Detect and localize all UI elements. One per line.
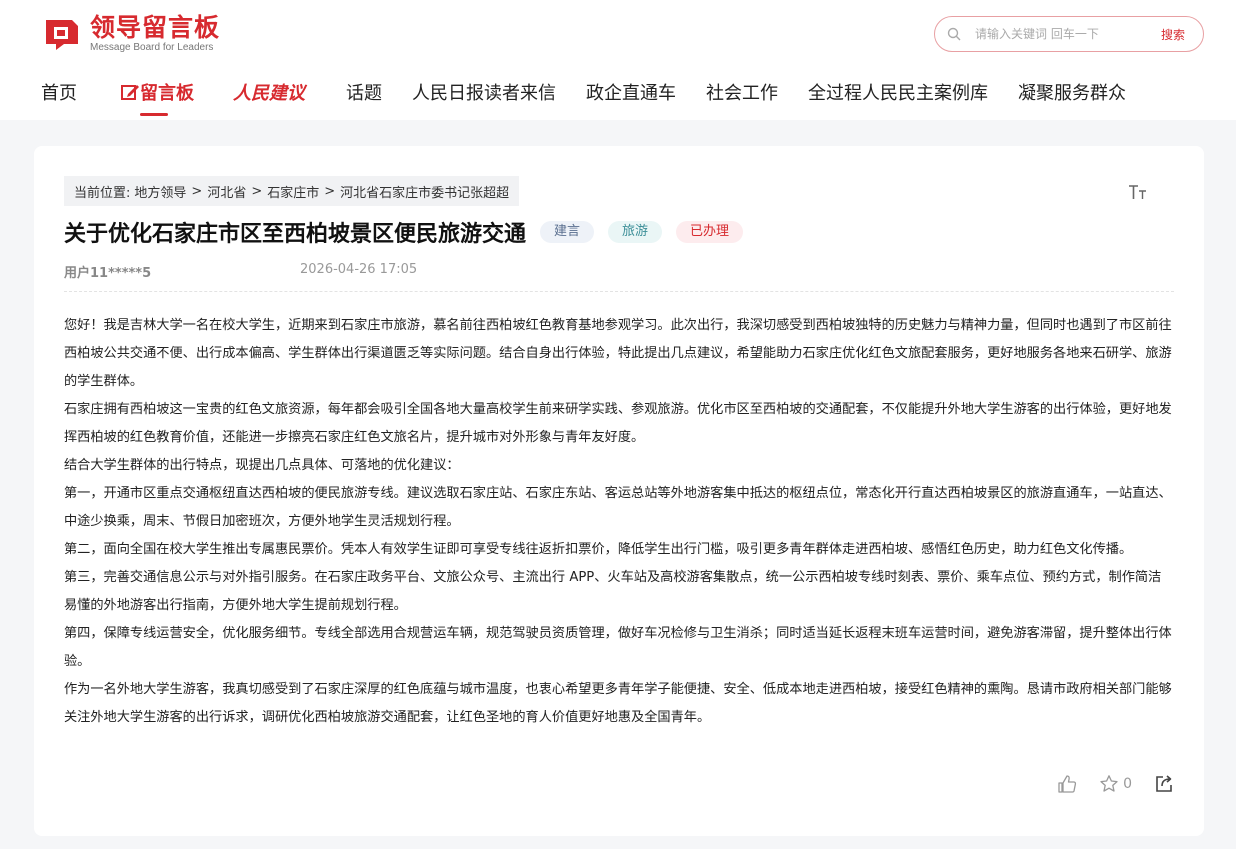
nav-home[interactable]: 首页 (41, 78, 77, 110)
breadcrumb-separator: > (191, 183, 203, 199)
breadcrumb: 当前位置: 地方领导 > 河北省 > 石家庄市 > 河北省石家庄市委书记张超超 (64, 176, 520, 206)
body-paragraph: 您好！我是吉林大学一名在校大学生，近期来到石家庄市旅游，慕名前往西柏坡红色教育基… (64, 318, 1172, 389)
nav-topics[interactable]: 话题 (346, 78, 382, 110)
nav-social-work[interactable]: 社会工作 (706, 78, 778, 110)
breadcrumb-item[interactable]: 河北省 (207, 182, 246, 201)
star-icon (1100, 775, 1118, 792)
nav-democracy-cases[interactable]: 全过程人民民主案例库 (808, 78, 988, 110)
body-paragraph: 第三，完善交通信息公示与对外指引服务。在石家庄政务平台、文旅公众号、主流出行 A… (64, 570, 1162, 613)
logo-title: 领导留言板 (90, 12, 221, 42)
top-header: 领导留言板 Message Board for Leaders 搜索 首页 留言… (0, 0, 1236, 120)
tag-suggestion: 建言 (540, 221, 595, 243)
breadcrumb-separator: > (324, 183, 336, 199)
nav-peoples-daily-letters[interactable]: 人民日报读者来信 (412, 78, 556, 110)
breadcrumb-item[interactable]: 河北省石家庄市委书记张超超 (340, 182, 509, 201)
nav-gov-enterprise[interactable]: 政企直通车 (586, 78, 676, 110)
author-name: 用户11*****5 (64, 266, 152, 281)
message-meta: 用户11*****5 2026-04-26 17:05 (64, 262, 417, 281)
favorite-count: 0 (1123, 776, 1132, 792)
breadcrumb-separator: > (251, 183, 263, 199)
nav-serve-masses[interactable]: 凝聚服务群众 (1018, 78, 1126, 110)
message-title: 关于优化石家庄市区至西柏坡景区便民旅游交通 (64, 222, 527, 247)
body-paragraph: 第四，保障专线运营安全，优化服务细节。专线全部选用合规营运车辆，规范驾驶员资质管… (64, 626, 1172, 669)
body-paragraph: 第二，面向全国在校大学生推出专属惠民票价。凭本人有效学生证即可享受专线往返折扣票… (64, 542, 1133, 557)
active-nav-indicator (140, 113, 168, 116)
nav-people-suggestions[interactable]: 人民建议 (233, 78, 305, 110)
search-icon (947, 27, 961, 41)
font-size-icon[interactable] (1128, 184, 1148, 200)
title-row: 关于优化石家庄市区至西柏坡景区便民旅游交通 建言 旅游 已办理 (64, 216, 744, 248)
action-bar: 0 (1035, 774, 1174, 794)
body-paragraph: 第一，开通市区重点交通枢纽直达西柏坡的便民旅游专线。建议选取石家庄站、石家庄东站… (64, 486, 1172, 529)
edit-icon (121, 85, 139, 100)
body-paragraph: 作为一名外地大学生游客，我真切感受到了石家庄深厚的红色底蕴与城市温度，也衷心希望… (64, 682, 1172, 725)
favorite-button[interactable]: 0 (1099, 774, 1132, 794)
search-input[interactable] (975, 23, 1145, 45)
breadcrumb-item[interactable]: 地方领导 (134, 182, 186, 201)
tag-tourism: 旅游 (608, 221, 663, 243)
nav-message-board[interactable]: 留言板 (120, 78, 194, 110)
share-button[interactable] (1154, 774, 1174, 794)
breadcrumb-prefix: 当前位置: (74, 185, 131, 201)
thumbs-up-icon (1058, 775, 1077, 793)
breadcrumb-item[interactable]: 石家庄市 (267, 182, 319, 201)
divider (64, 291, 1174, 292)
logo-mark-icon (42, 14, 82, 54)
like-button[interactable] (1057, 774, 1077, 794)
site-logo[interactable]: 领导留言板 Message Board for Leaders (42, 14, 220, 54)
logo-subtitle: Message Board for Leaders (90, 41, 214, 53)
message-card: 当前位置: 地方领导 > 河北省 > 石家庄市 > 河北省石家庄市委书记张超超 … (34, 146, 1204, 836)
body-paragraph: 石家庄拥有西柏坡这一宝贵的红色文旅资源，每年都会吸引全国各地大量高校学生前来研学… (64, 402, 1172, 445)
message-body: 您好！我是吉林大学一名在校大学生，近期来到石家庄市旅游，慕名前往西柏坡红色教育基… (64, 312, 1174, 732)
share-icon (1156, 775, 1172, 792)
status-badge: 已办理 (676, 221, 744, 243)
search-button[interactable]: 搜索 (1161, 26, 1185, 43)
post-datetime: 2026-04-26 17:05 (300, 262, 418, 277)
nav-message-board-label: 留言板 (140, 83, 194, 104)
main-nav: 首页 留言板 人民建议 话题 人民日报读者来信 政企直通车 社会工作 全过程人民… (0, 78, 1236, 112)
body-paragraph: 结合大学生群体的出行特点，现提出几点具体、可落地的优化建议： (64, 458, 460, 473)
search-box: 搜索 (934, 16, 1204, 52)
